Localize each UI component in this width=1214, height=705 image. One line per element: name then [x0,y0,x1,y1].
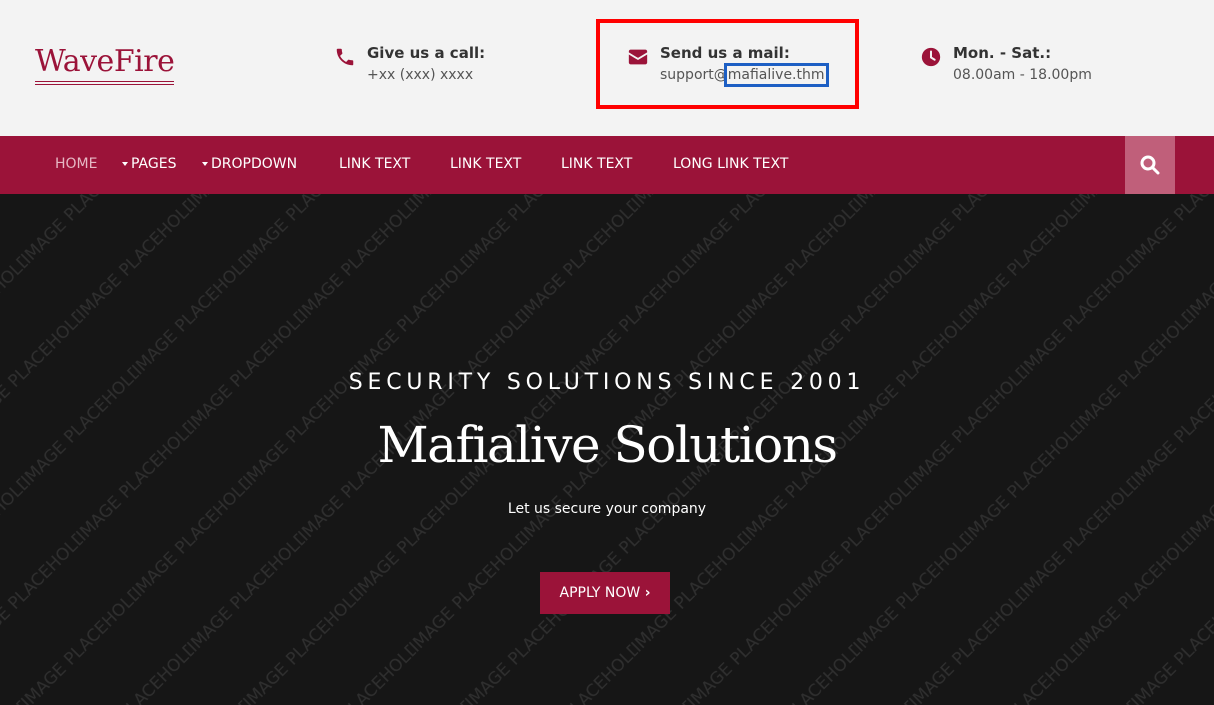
nav-item-dropdown[interactable]: DROPDOWN [202,136,297,194]
caret-down-icon [202,162,208,166]
hero-headline: Mafialive Solutions [377,416,838,474]
main-nav: HOME PAGES DROPDOWN LINK TEXT LINK TEXT … [0,136,1214,194]
nav-label: LINK TEXT [450,156,522,172]
nav-item-link-3[interactable]: LINK TEXT [561,136,632,194]
cta-label: APPLY NOW [559,585,641,601]
caret-down-icon [122,162,128,166]
highlight-box [596,19,859,109]
hero-subtitle: Let us secure your company [507,501,707,517]
site-logo[interactable]: WaveFire [35,44,175,85]
nav-label: HOME [55,156,98,172]
header-bar: WaveFire Give us a call: +xx (xxx) xxxx … [0,0,1214,136]
search-button[interactable] [1125,136,1175,194]
call-title: Give us a call: [367,44,486,62]
nav-label: LINK TEXT [561,156,633,172]
nav-item-pages[interactable]: PAGES [122,136,176,194]
chevron-right-icon: › [644,585,651,601]
phone-icon [336,48,354,66]
hours-title: Mon. - Sat.: [953,44,1052,62]
nav-item-link-2[interactable]: LINK TEXT [450,136,521,194]
logo-underline [35,81,175,85]
hero-banner: IMAGE PLACEHOLDER IMAGE PLACEHOLDER SECU… [0,194,1214,705]
nav-label: LONG LINK TEXT [673,156,789,172]
apply-now-button[interactable]: APPLY NOW › [540,572,670,614]
logo-text: WaveFire [35,44,175,79]
search-icon [1140,155,1160,175]
nav-label: DROPDOWN [211,156,298,172]
nav-label: LINK TEXT [339,156,411,172]
call-number[interactable]: +xx (xxx) xxxx [367,66,473,84]
nav-item-home[interactable]: HOME [55,136,97,194]
hours-value: 08.00am - 18.00pm [953,67,1092,83]
hero-kicker: SECURITY SOLUTIONS SINCE 2001 [348,370,866,395]
clock-icon [921,47,941,67]
nav-label: PAGES [131,156,177,172]
nav-item-long-link[interactable]: LONG LINK TEXT [673,136,788,194]
nav-item-link-1[interactable]: LINK TEXT [339,136,410,194]
